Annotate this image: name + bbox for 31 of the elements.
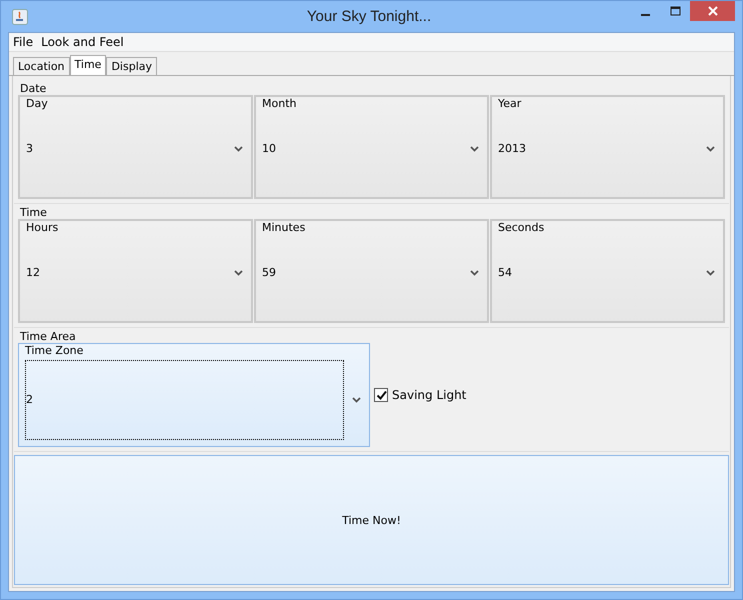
menu-item[interactable]: File	[13, 35, 34, 49]
dropdown[interactable]: Year 2013	[490, 95, 725, 199]
dropdown[interactable]: Time Zone 2	[18, 343, 370, 447]
dropdown[interactable]: Month 10	[254, 95, 489, 199]
section-title: Time	[19, 206, 47, 219]
maximize-icon	[670, 6, 680, 16]
section-title: Time Area	[19, 330, 76, 343]
close-icon	[708, 6, 718, 16]
checkbox-label: Saving Light	[392, 388, 466, 402]
window-title: Your Sky Tonight...	[306, 8, 432, 25]
tab[interactable]: Display	[106, 57, 157, 75]
dropdown[interactable]: Day 3	[18, 95, 253, 199]
checkbox[interactable]	[374, 388, 388, 402]
chevron-down-icon	[352, 396, 361, 402]
tab[interactable]: Time	[70, 55, 106, 75]
dropdown[interactable]: Hours 12	[18, 219, 253, 323]
chevron-down-icon	[706, 270, 715, 276]
chevron-down-icon	[470, 270, 479, 276]
dropdown[interactable]: Seconds 54	[490, 219, 725, 323]
chevron-down-icon	[706, 146, 715, 152]
chevron-down-icon	[234, 270, 243, 276]
focus-outline: 2	[25, 360, 344, 440]
chevron-down-icon	[234, 146, 243, 152]
tab[interactable]: Location	[13, 57, 70, 75]
close-button[interactable]	[690, 1, 735, 21]
menu-item[interactable]: Look and Feel	[41, 35, 124, 49]
chevron-down-icon	[470, 146, 479, 152]
minimize-icon	[640, 14, 650, 16]
time-now-button[interactable]: Time Now!	[14, 455, 729, 585]
section-title: Date	[19, 82, 46, 95]
dropdown[interactable]: Minutes 59	[254, 219, 489, 323]
